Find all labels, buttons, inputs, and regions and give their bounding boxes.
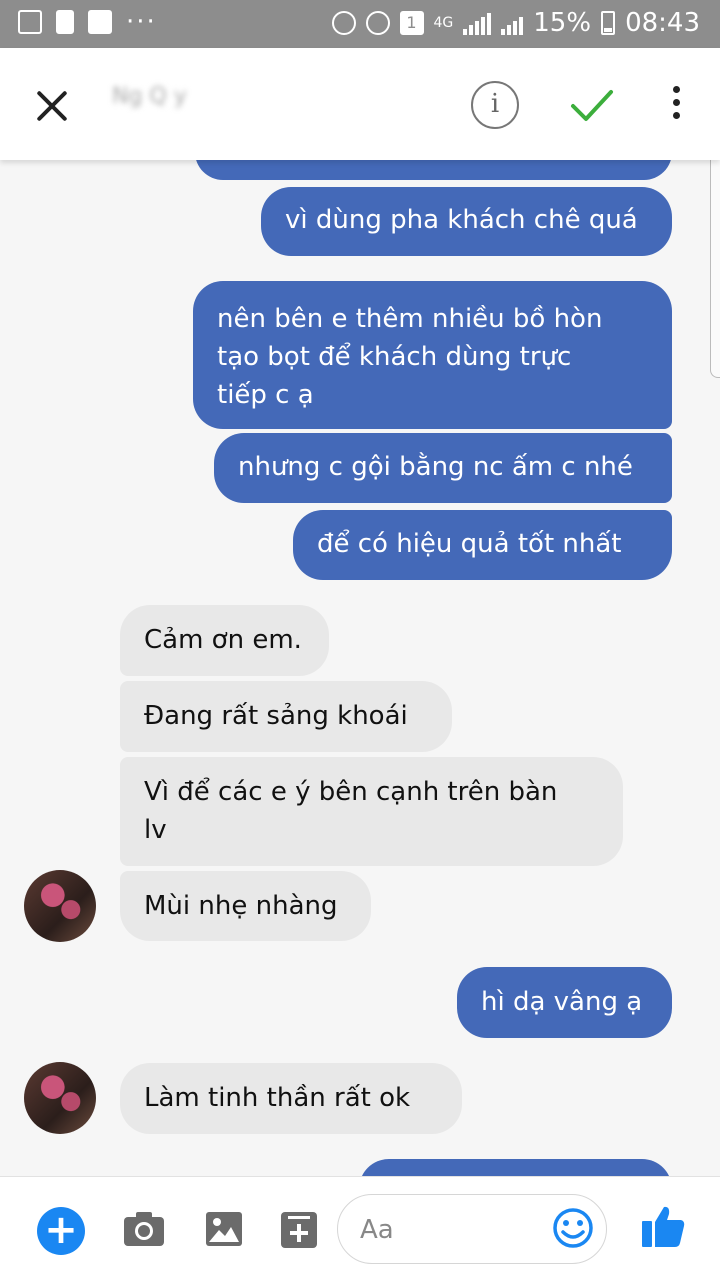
contact-name[interactable]: Ng Q y bbox=[112, 84, 322, 124]
message-bubble[interactable]: hì dạ vâng ạ bbox=[457, 967, 672, 1038]
message-text: Cảm ơn em. bbox=[144, 625, 302, 655]
signal-icon bbox=[463, 11, 492, 35]
message-list[interactable]: vì dùng pha khách chê quá nên bên e thêm… bbox=[0, 160, 720, 1176]
message-text: hì dạ vâng ạ bbox=[481, 987, 643, 1017]
more-options-icon[interactable] bbox=[666, 86, 686, 126]
message-composer[interactable] bbox=[337, 1194, 607, 1264]
info-icon[interactable]: i bbox=[471, 81, 519, 129]
message-bubble-partial[interactable] bbox=[359, 1159, 672, 1176]
message-text: Đang rất sảng khoái bbox=[144, 701, 408, 731]
more-notifications-icon: ··· bbox=[126, 7, 157, 37]
status-bar: ··· 1 4G 15% 08:43 bbox=[0, 0, 720, 48]
add-icon[interactable]: + bbox=[37, 1207, 85, 1255]
contact-avatar[interactable] bbox=[24, 1062, 96, 1134]
message-bubble[interactable]: để có hiệu quả tốt nhất bbox=[293, 510, 672, 580]
message-bubble[interactable]: nhưng c gội bằng nc ấm c nhé bbox=[214, 433, 672, 503]
gallery-icon bbox=[18, 10, 42, 34]
message-text: Làm tinh thần rất ok bbox=[144, 1083, 411, 1113]
message-bubble[interactable]: Làm tinh thần rất ok bbox=[120, 1063, 462, 1134]
message-text: vì dùng pha khách chê quá bbox=[285, 205, 638, 235]
sim-icon: 1 bbox=[399, 11, 424, 35]
message-text: nhưng c gội bằng nc ấm c nhé bbox=[238, 452, 633, 482]
scroll-handle[interactable] bbox=[710, 160, 720, 378]
clock: 08:43 bbox=[625, 8, 700, 38]
message-bubble[interactable]: Mùi nhẹ nhàng bbox=[120, 871, 371, 941]
message-line: nên bên e thêm nhiều bồ hòn bbox=[217, 304, 603, 334]
close-icon[interactable] bbox=[32, 86, 72, 126]
contact-avatar[interactable] bbox=[24, 870, 96, 942]
message-bubble[interactable]: Đang rất sảng khoái bbox=[120, 681, 452, 752]
message-bubble[interactable]: nên bên e thêm nhiều bồ hòn tạo bọt để k… bbox=[193, 281, 672, 429]
battery-icon bbox=[601, 11, 616, 35]
alert-icon bbox=[56, 10, 74, 34]
message-line: tiếp c ạ bbox=[217, 380, 314, 410]
camera-icon[interactable] bbox=[123, 1211, 165, 1247]
message-line: Vì để các e ý bên cạnh trên bàn bbox=[144, 777, 558, 807]
message-input[interactable] bbox=[358, 1209, 542, 1251]
facebook-icon bbox=[88, 10, 112, 34]
battery-percent: 15% bbox=[533, 8, 592, 38]
signal-icon bbox=[501, 11, 524, 35]
message-line: lv bbox=[144, 815, 167, 845]
network-type: 4G bbox=[433, 15, 454, 31]
alarm-icon bbox=[365, 11, 390, 35]
message-bubble[interactable]: vì dùng pha khách chê quá bbox=[261, 187, 672, 256]
conversation-header: Ng Q y i bbox=[0, 48, 720, 160]
message-bubble[interactable]: Cảm ơn em. bbox=[120, 605, 329, 676]
message-line: tạo bọt để khách dùng trực bbox=[217, 342, 572, 372]
emoji-icon[interactable] bbox=[552, 1207, 594, 1249]
message-bubble-partial[interactable] bbox=[195, 160, 672, 180]
image-icon[interactable] bbox=[205, 1211, 243, 1247]
message-bubble[interactable]: Vì để các e ý bên cạnh trên bàn lv bbox=[120, 757, 623, 866]
message-text: để có hiệu quả tốt nhất bbox=[317, 529, 622, 559]
message-text: Mùi nhẹ nhàng bbox=[144, 891, 338, 921]
thumbs-up-icon[interactable] bbox=[640, 1203, 686, 1249]
composer-bar: + bbox=[0, 1176, 720, 1281]
recycle-icon bbox=[331, 11, 356, 35]
sticker-icon[interactable] bbox=[280, 1211, 318, 1249]
check-icon[interactable] bbox=[570, 88, 614, 124]
